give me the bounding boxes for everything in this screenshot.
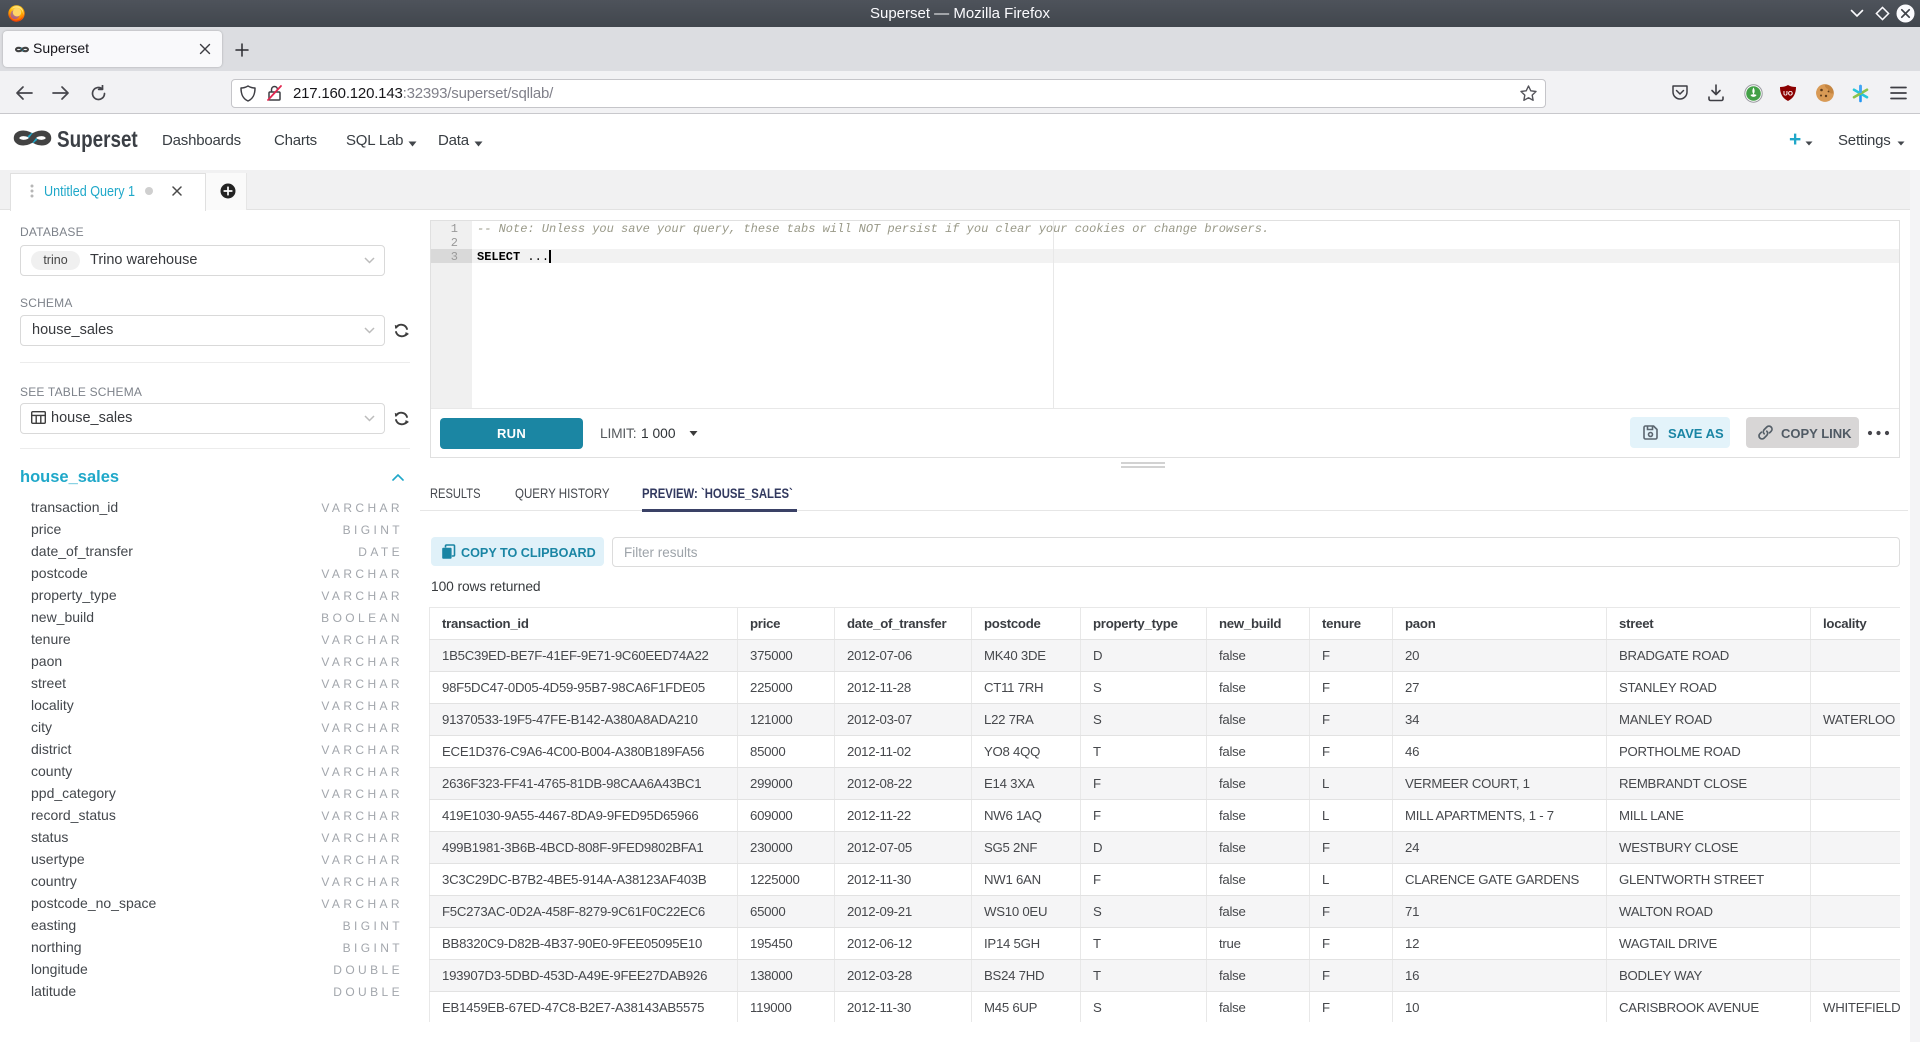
svg-text:UO: UO xyxy=(1783,91,1793,98)
